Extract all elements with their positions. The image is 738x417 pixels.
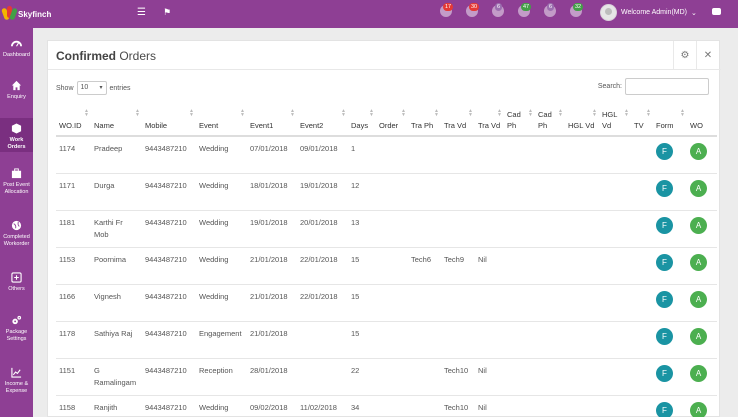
column-header[interactable]: WO [687, 107, 717, 137]
wo-button[interactable]: A [690, 327, 707, 345]
sidebar: Dashboard Enquiry Work Orders Post Event… [0, 28, 33, 417]
sidebar-item-package-settings[interactable]: Package Settings [0, 315, 33, 351]
gear-icon[interactable]: ⚙ [673, 41, 696, 69]
close-icon[interactable]: ✕ [696, 41, 719, 69]
chevron-down-icon: ⌄ [691, 9, 697, 17]
user-name: Welcome Admin(MD) [621, 9, 687, 16]
column-header[interactable]: ▲ ▼ Days [348, 107, 376, 137]
column-header[interactable]: ▲ ▼ Form [653, 107, 687, 137]
notification-icon[interactable]: 30 [466, 3, 480, 17]
avatar [600, 4, 617, 21]
app-logo[interactable]: Skyfinch [0, 0, 70, 28]
column-header[interactable]: ▲ ▼ Event [196, 107, 247, 137]
notification-icon[interactable]: 32 [570, 3, 584, 17]
column-header[interactable]: ▲ ▼ HGL Vd [565, 107, 599, 137]
sidebar-item-others[interactable]: Others [0, 272, 33, 300]
home-icon [11, 80, 22, 91]
column-header[interactable]: ▲ ▼ Tra Ph [408, 107, 441, 137]
wo-button[interactable]: A [690, 290, 707, 308]
page-title: Confirmed Orders [56, 49, 157, 63]
logo-mark-icon [1, 6, 18, 22]
top-bar: Skyfinch ☰ ⚑ 17 30 6 47 6 32 Welcome Adm… [0, 0, 738, 28]
wo-button[interactable]: A [690, 143, 707, 160]
notification-icon[interactable]: 47 [518, 3, 532, 17]
sidebar-item-work-orders[interactable]: Work Orders [0, 118, 33, 152]
column-header[interactable]: ▲ ▼ Event2 [297, 107, 348, 137]
form-button[interactable]: F [656, 253, 673, 271]
search-control: Search: [598, 78, 709, 95]
gears-icon [12, 315, 22, 325]
plus-square-icon [11, 272, 22, 283]
divider [48, 69, 721, 70]
column-header[interactable]: ▲ ▼ Name [91, 107, 142, 137]
sidebar-item-post-event-allocation[interactable]: Post Event Allocation [0, 168, 33, 204]
sidebar-item-dashboard[interactable]: Dashboard [0, 38, 33, 68]
chat-icon[interactable] [712, 8, 721, 15]
column-header[interactable]: ▲ ▼ Order [376, 107, 408, 137]
column-header[interactable]: ▲ ▼ Tra Vd [441, 107, 475, 137]
table-row: 1166 Vignesh 9443487210 Wedding 21/01/20… [56, 284, 717, 322]
column-header[interactable]: ▲ ▼ TV [631, 107, 653, 137]
form-button[interactable]: F [656, 401, 673, 417]
wo-button[interactable]: A [690, 364, 707, 382]
app-name: Skyfinch [18, 9, 52, 19]
entries-select[interactable]: 10 [76, 81, 107, 95]
wo-button[interactable]: A [690, 253, 707, 271]
confirmed-orders-panel: Confirmed Orders ⚙ ✕ Show 10 entries Sea… [47, 40, 721, 417]
form-button[interactable]: F [656, 290, 673, 308]
flag-icon[interactable]: ⚑ [163, 7, 171, 18]
notification-icon[interactable]: 6 [544, 3, 556, 17]
orders-table: ▲ ▼ WO.ID ▲ ▼ Name ▲ ▼ Mobile ▲ ▼ Event ▲ ▼ Event1… [56, 107, 717, 417]
column-header[interactable]: ▲ ▼ WO.ID [56, 107, 91, 137]
table-row: 1158 Ranjith 9443487210 Wedding 09/02/20… [56, 395, 717, 417]
table-row: 1174 Pradeep 9443487210 Wedding 07/01/20… [56, 136, 717, 174]
table-row: 1181 Karthi Fr Mob 9443487210 Wedding 19… [56, 210, 717, 248]
panel-tools: ⚙ ✕ [673, 41, 719, 69]
form-button[interactable]: F [656, 216, 673, 234]
form-button[interactable]: F [656, 364, 673, 382]
column-header[interactable]: ▲ ▼ Mobile [142, 107, 196, 137]
globe-icon [11, 220, 22, 231]
entries-length-control: Show 10 entries [56, 81, 131, 95]
sidebar-item-completed-workorder[interactable]: Completed Workorder [0, 220, 33, 256]
wo-button[interactable]: A [690, 401, 707, 417]
table-row: 1178 Sathiya Raj 9443487210 Engagement 2… [56, 321, 717, 359]
notification-icon[interactable]: 17 [440, 3, 454, 17]
column-header[interactable]: ▲ ▼ Cad Ph [504, 107, 535, 137]
briefcase-icon [11, 168, 22, 179]
line-chart-icon [11, 367, 22, 378]
wo-button[interactable]: A [690, 179, 707, 197]
sidebar-item-income-expense[interactable]: Income & Expense [0, 367, 33, 403]
notification-icon[interactable]: 6 [492, 3, 504, 17]
table-row: 1153 Poornima 9443487210 Wedding 21/01/2… [56, 247, 717, 285]
table-row: 1171 Durga 9443487210 Wedding 18/01/2018… [56, 173, 717, 211]
cube-icon [11, 123, 22, 134]
column-header[interactable]: ▲ ▼ HGL Vd [599, 107, 631, 137]
dashboard-icon [11, 40, 22, 47]
search-input[interactable] [625, 78, 709, 95]
form-button[interactable]: F [656, 327, 673, 345]
form-button[interactable]: F [656, 179, 673, 197]
form-button[interactable]: F [656, 143, 673, 160]
column-header[interactable]: ▲ ▼ Tra Vd [475, 107, 504, 137]
wo-button[interactable]: A [690, 216, 707, 234]
menu-toggle-icon[interactable]: ☰ [137, 7, 146, 18]
column-header[interactable]: ▲ ▼ Cad Ph [535, 107, 565, 137]
table-row: 1151 G Ramalingam 9443487210 Reception 2… [56, 358, 717, 396]
user-menu[interactable]: Welcome Admin(MD) ⌄ [600, 4, 697, 21]
column-header[interactable]: ▲ ▼ Event1 [247, 107, 297, 137]
sidebar-item-enquiry[interactable]: Enquiry [0, 80, 33, 110]
table-header-row: ▲ ▼ WO.ID ▲ ▼ Name ▲ ▼ Mobile ▲ ▼ Event ▲ ▼ Event1… [56, 107, 717, 137]
